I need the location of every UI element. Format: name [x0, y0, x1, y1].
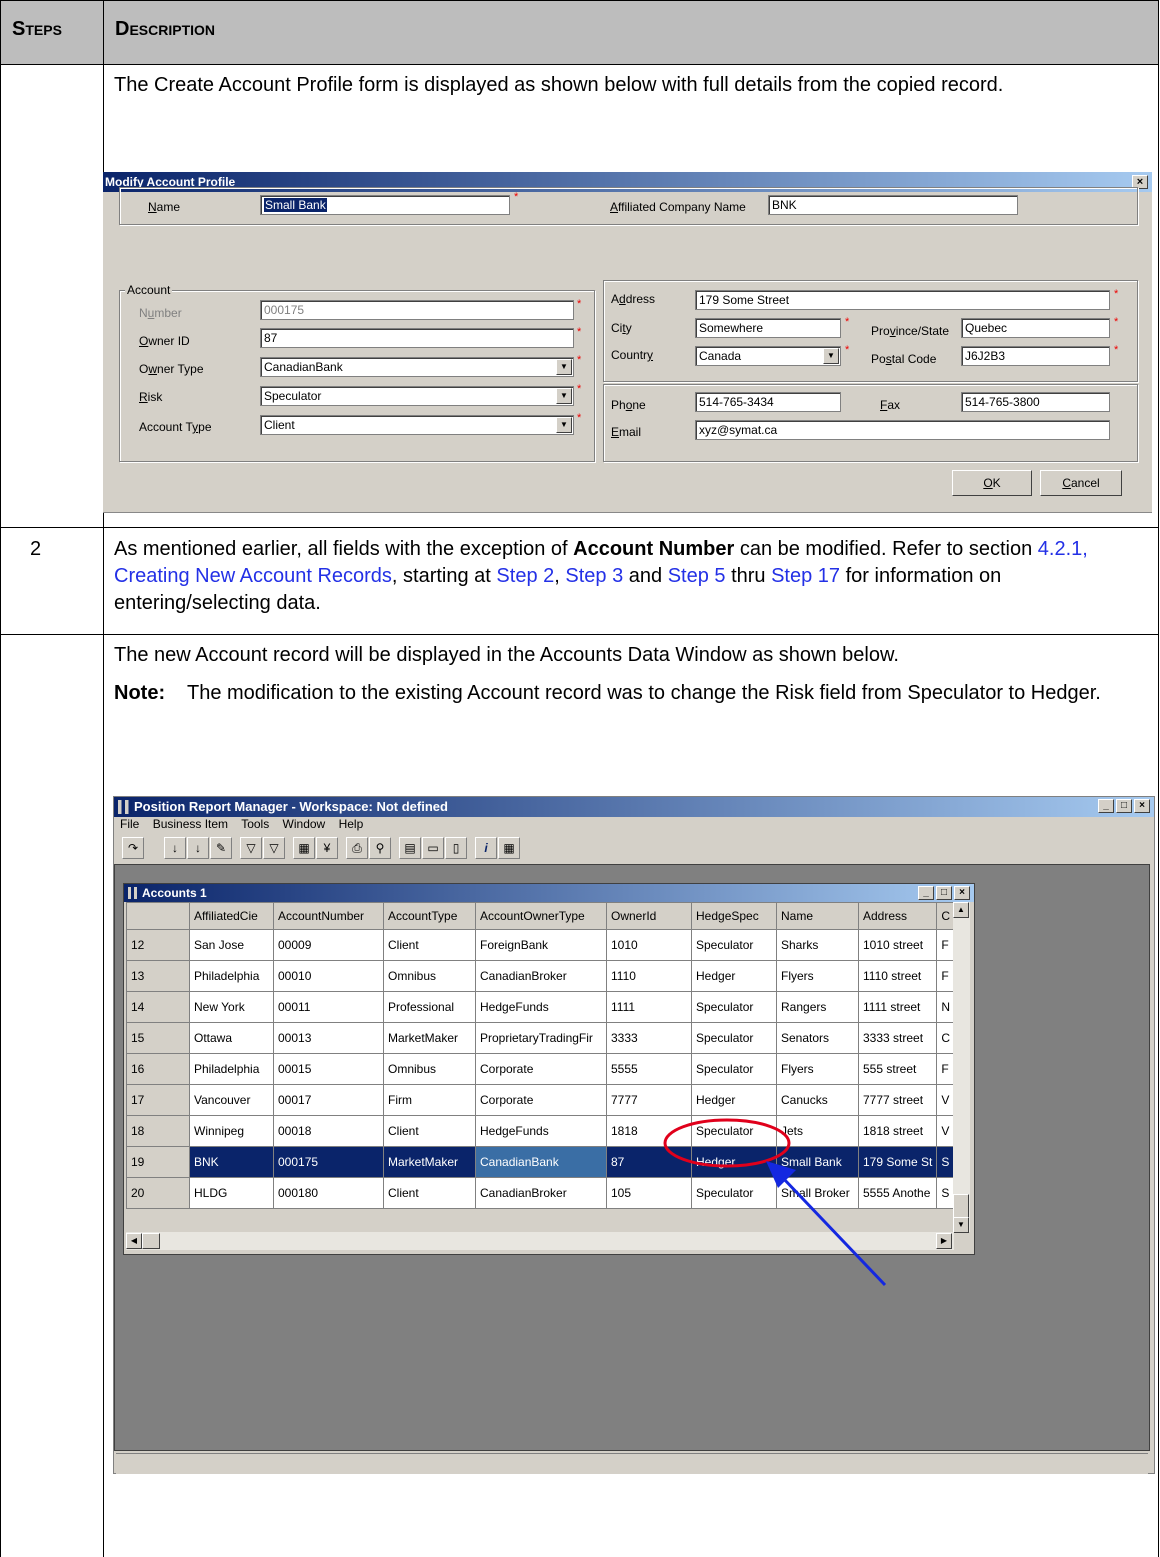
pointer-arrow-line — [780, 1175, 887, 1287]
pointer-arrow-head — [766, 1161, 796, 1188]
highlight-ellipse — [663, 1118, 791, 1168]
annotation-overlay — [663, 1118, 887, 1287]
